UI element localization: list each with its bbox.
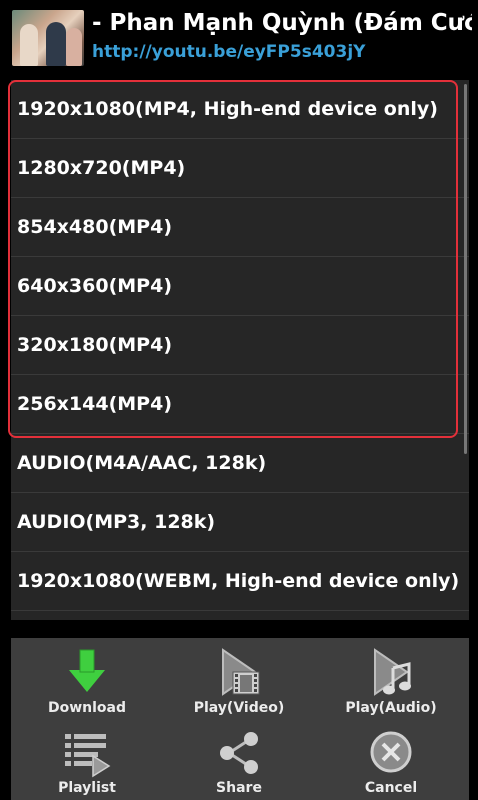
format-row-180p-mp4[interactable]: 320x180(MP4)	[11, 316, 469, 375]
cancel-x-icon	[370, 731, 412, 773]
cancel-label: Cancel	[364, 780, 418, 796]
play-audio-label: Play(Audio)	[345, 700, 437, 716]
playlist-icon	[65, 734, 111, 778]
cancel-button[interactable]: Cancel	[315, 728, 467, 796]
play-video-icon	[222, 648, 260, 696]
download-button[interactable]: Download	[11, 648, 163, 716]
video-thumbnail	[12, 10, 84, 66]
format-row-1080p-mp4[interactable]: 1920x1080(MP4, High-end device only)	[11, 80, 469, 139]
format-row-480p-mp4[interactable]: 854x480(MP4)	[11, 198, 469, 257]
format-row-720p-mp4[interactable]: 1280x720(MP4)	[11, 139, 469, 198]
download-label: Download	[47, 700, 127, 716]
playlist-button[interactable]: Playlist	[11, 728, 163, 796]
format-row-144p-mp4[interactable]: 256x144(MP4)	[11, 375, 469, 434]
format-row-audio-mp3[interactable]: AUDIO(MP3, 128k)	[11, 493, 469, 552]
share-button[interactable]: Share	[163, 728, 315, 796]
share-icon	[220, 732, 258, 774]
video-header: - Phan Mạnh Quỳnh (Đám Cưới Ve http://yo…	[0, 0, 478, 74]
play-video-button[interactable]: Play(Video)	[163, 648, 315, 716]
download-arrow-icon	[69, 649, 105, 692]
play-video-label: Play(Video)	[193, 700, 285, 716]
format-row-1080p-webm[interactable]: 1920x1080(WEBM, High-end device only)	[11, 552, 469, 611]
play-audio-button[interactable]: Play(Audio)	[315, 648, 467, 716]
action-panel: Download Play(Video) Play(Audio) Playlis…	[11, 638, 469, 800]
playlist-label: Playlist	[58, 780, 116, 796]
share-label: Share	[216, 780, 262, 796]
play-audio-icon	[374, 648, 411, 696]
format-row-audio-m4a[interactable]: AUDIO(M4A/AAC, 128k)	[11, 434, 469, 493]
video-title: - Phan Mạnh Quỳnh (Đám Cưới Ve	[92, 10, 472, 36]
list-scrollbar[interactable]	[464, 84, 467, 454]
format-list[interactable]: 1920x1080(MP4, High-end device only) 128…	[11, 80, 469, 620]
format-row-360p-mp4[interactable]: 640x360(MP4)	[11, 257, 469, 316]
video-url-link[interactable]: http://youtu.be/eyFP5s403jY	[92, 42, 365, 62]
